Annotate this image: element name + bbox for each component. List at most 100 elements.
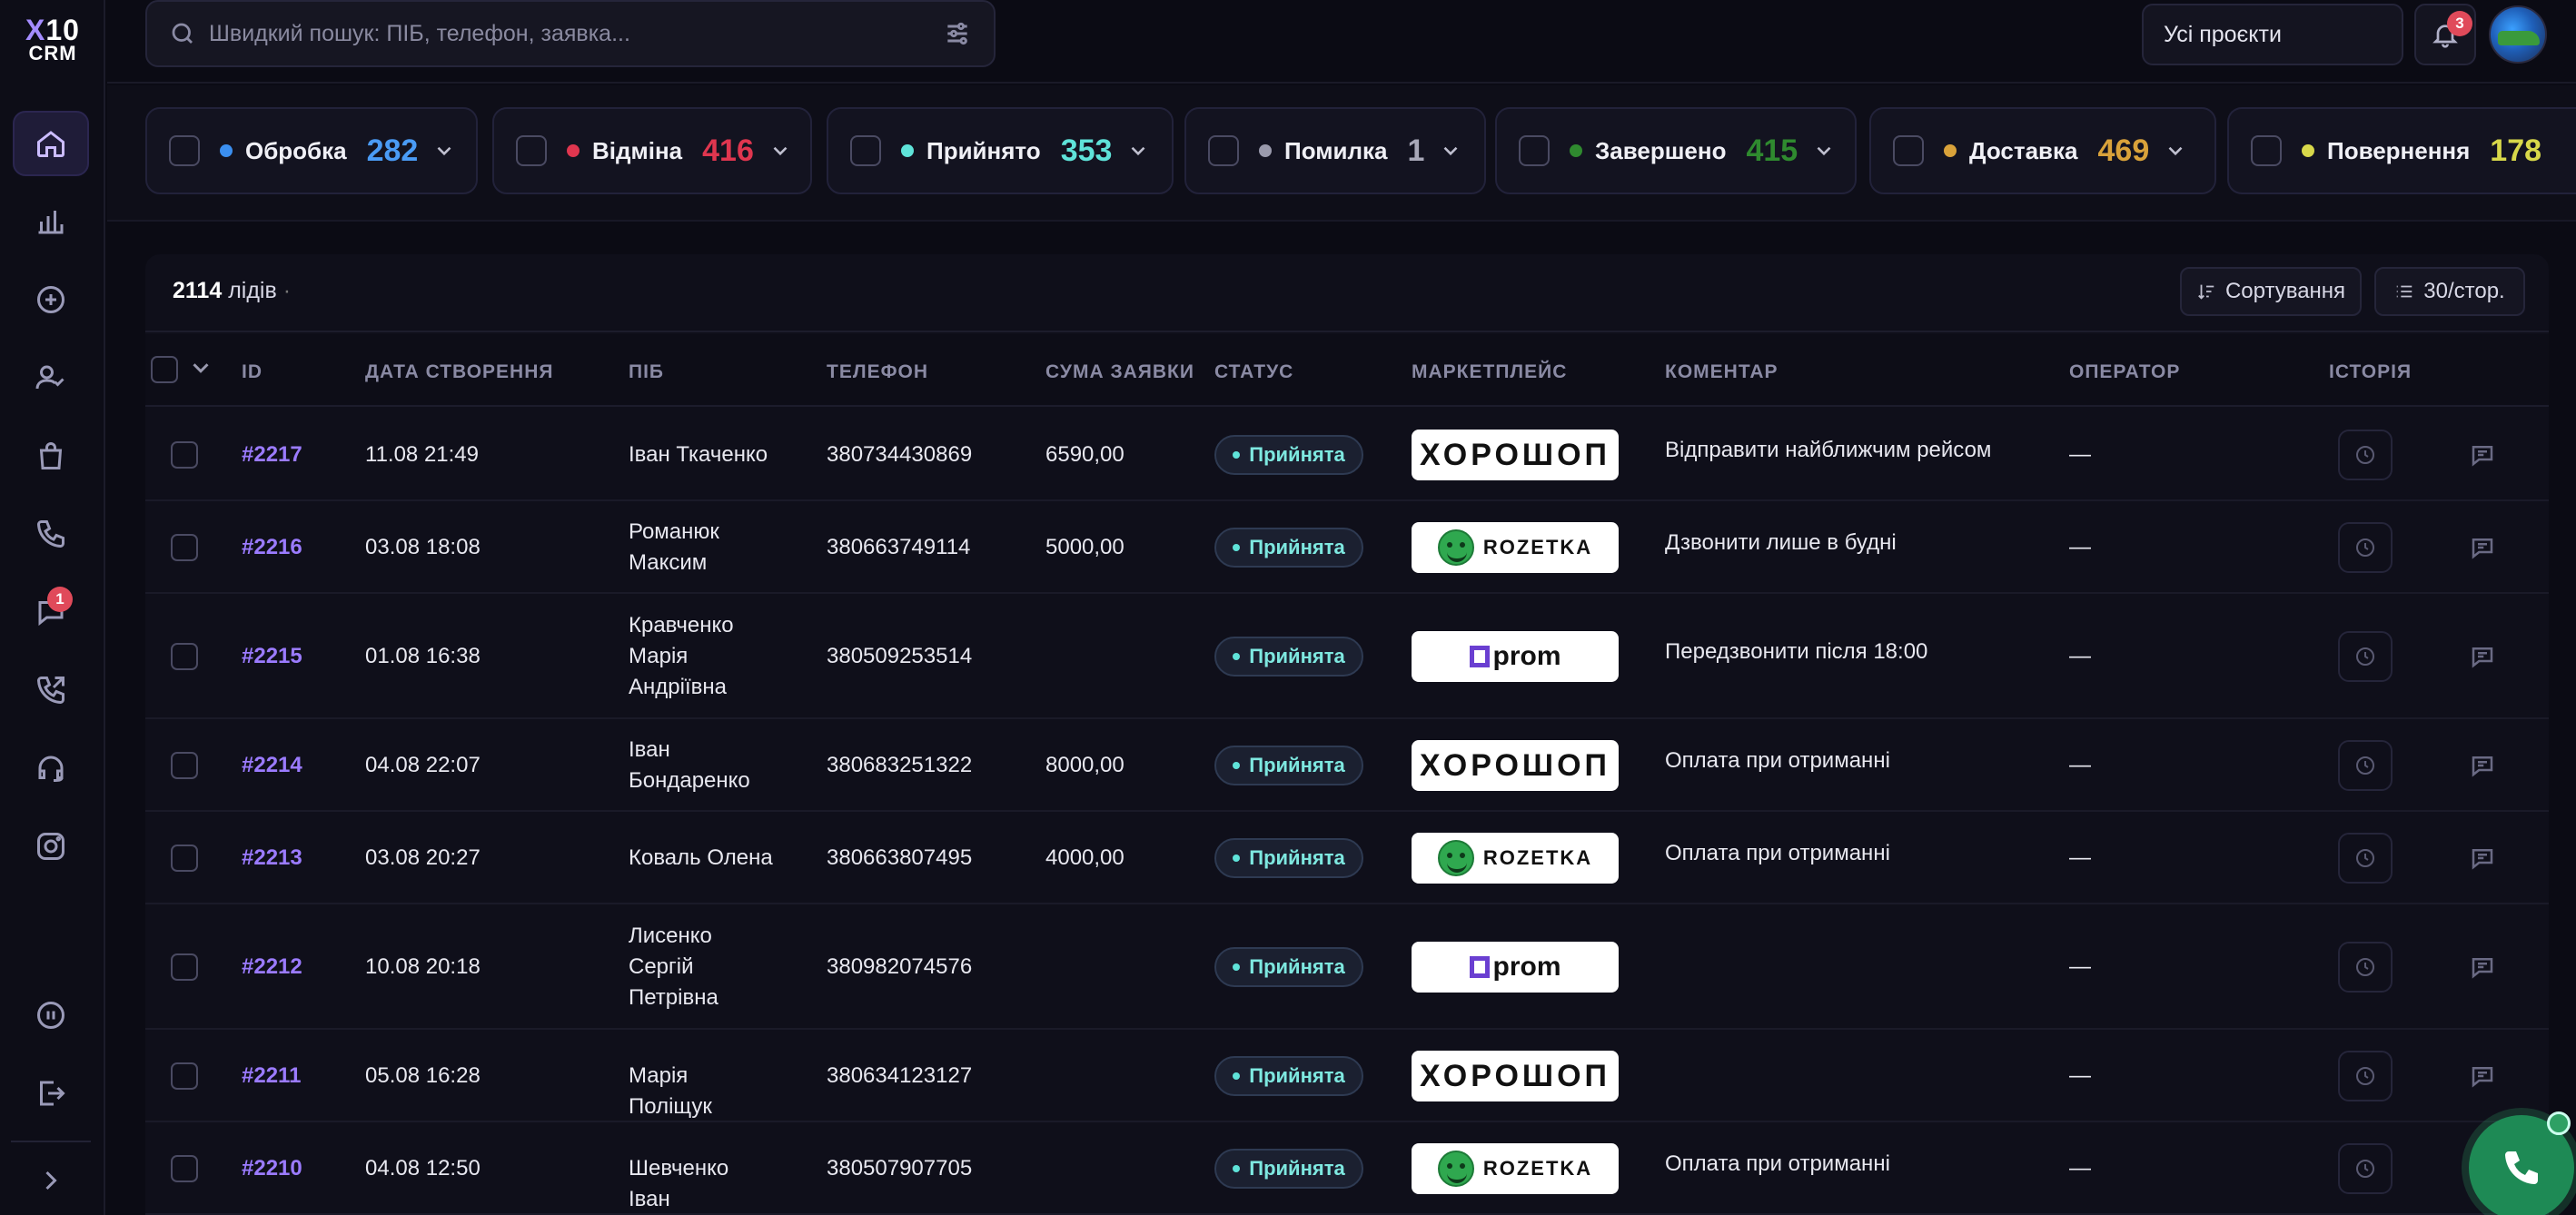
status-badge[interactable]: Прийнята	[1214, 746, 1363, 785]
table-row[interactable]: #2217 11.08 21:49 Іван Ткаченко 38073443086…	[145, 409, 2549, 501]
comment-icon[interactable]	[2469, 643, 2496, 670]
column-sum[interactable]: СУМА ЗАЯВКИ	[1045, 361, 1194, 383]
lead-phone[interactable]: 380663749114	[827, 532, 970, 563]
history-button[interactable]	[2338, 430, 2393, 480]
lead-id-link[interactable]: #2214	[242, 750, 302, 781]
lead-id-link[interactable]: #2216	[242, 532, 302, 563]
lead-id-link[interactable]: #2211	[242, 1061, 301, 1092]
status-checkbox[interactable]	[2251, 135, 2282, 166]
nav-outgoing[interactable]	[13, 657, 89, 723]
nav-orders[interactable]	[13, 423, 89, 489]
lead-phone[interactable]: 380507907705	[827, 1153, 972, 1184]
sort-button[interactable]: Сортування	[2180, 267, 2362, 316]
lead-phone[interactable]: 380734430869	[827, 440, 972, 470]
notifications-button[interactable]: 3	[2414, 4, 2476, 65]
status-badge[interactable]: Прийнята	[1214, 838, 1363, 878]
table-row[interactable]: #2213 03.08 20:27 Коваль Олена 380663807495…	[145, 812, 2549, 904]
history-button[interactable]	[2338, 1143, 2393, 1194]
chevron-down-icon[interactable]	[187, 354, 214, 381]
column-name[interactable]: ПІБ	[629, 361, 664, 383]
nav-calls[interactable]	[13, 501, 89, 567]
row-checkbox[interactable]	[171, 1062, 198, 1090]
row-checkbox[interactable]	[171, 752, 198, 779]
nav-instagram[interactable]	[13, 814, 89, 879]
history-button[interactable]	[2338, 631, 2393, 682]
history-button[interactable]	[2338, 942, 2393, 993]
row-checkbox[interactable]	[171, 534, 198, 561]
row-checkbox[interactable]	[171, 441, 198, 469]
nav-pause[interactable]	[13, 983, 89, 1048]
status-card-processing[interactable]: Обробка 282	[145, 107, 478, 194]
status-badge[interactable]: Прийнята	[1214, 1056, 1363, 1096]
nav-analytics[interactable]	[13, 189, 89, 254]
status-card-cancel[interactable]: Відміна 416	[492, 107, 812, 194]
table-row[interactable]: #2215 01.08 16:38 Кравченко Марія Андріївн…	[145, 594, 2549, 719]
search-input[interactable]	[209, 20, 943, 47]
search-box[interactable]	[145, 0, 996, 67]
history-button[interactable]	[2338, 522, 2393, 573]
per-page-button[interactable]: 30/стор.	[2374, 267, 2525, 316]
comment-icon[interactable]	[2469, 845, 2496, 872]
table-row[interactable]: #2211 05.08 16:28 Марія Поліщук 38063412312…	[145, 1030, 2549, 1122]
status-card-delivery[interactable]: Доставка 469	[1869, 107, 2216, 194]
table-row[interactable]: #2210 04.08 12:50 Шевченко Іван 38050790770…	[145, 1122, 2549, 1215]
status-checkbox[interactable]	[850, 135, 881, 166]
chevron-down-icon[interactable]	[1126, 139, 1150, 163]
status-badge[interactable]: Прийнята	[1214, 947, 1363, 987]
table-row[interactable]: #2212 10.08 20:18 Лисенко Сергій Петрівна 3…	[145, 904, 2549, 1030]
avatar[interactable]	[2489, 5, 2547, 64]
lead-id-link[interactable]: #2215	[242, 641, 302, 672]
sliders-icon[interactable]	[943, 19, 972, 48]
chevron-down-icon[interactable]	[432, 139, 456, 163]
column-status[interactable]: СТАТУС	[1214, 361, 1293, 383]
column-date[interactable]: ДАТА СТВОРЕННЯ	[365, 361, 553, 383]
row-checkbox[interactable]	[171, 953, 198, 981]
comment-icon[interactable]	[2469, 1062, 2496, 1090]
projects-select[interactable]: Усі проєкти	[2142, 4, 2403, 65]
status-checkbox[interactable]	[1519, 135, 1550, 166]
history-button[interactable]	[2338, 740, 2393, 791]
comment-icon[interactable]	[2469, 752, 2496, 779]
lead-phone[interactable]: 380982074576	[827, 952, 972, 983]
history-button[interactable]	[2338, 833, 2393, 884]
lead-phone[interactable]: 380683251322	[827, 750, 972, 781]
column-comment[interactable]: КОМЕНТАР	[1665, 361, 1778, 383]
nav-support[interactable]	[13, 736, 89, 801]
status-checkbox[interactable]	[516, 135, 547, 166]
status-badge[interactable]: Прийнята	[1214, 637, 1363, 677]
lead-id-link[interactable]: #2210	[242, 1153, 302, 1184]
row-checkbox[interactable]	[171, 1155, 198, 1182]
row-checkbox[interactable]	[171, 643, 198, 670]
lead-id-link[interactable]: #2217	[242, 440, 302, 470]
chevron-down-icon[interactable]	[1812, 139, 1836, 163]
status-card-return[interactable]: Повернення 178	[2227, 107, 2576, 194]
nav-logout[interactable]	[13, 1061, 89, 1126]
column-history[interactable]: ІСТОРІЯ	[2329, 361, 2412, 383]
lead-phone[interactable]: 380509253514	[827, 641, 972, 672]
lead-phone[interactable]: 380663807495	[827, 843, 972, 874]
status-badge[interactable]: Прийнята	[1214, 1149, 1363, 1189]
call-button[interactable]	[2469, 1111, 2574, 1215]
chevron-down-icon[interactable]	[1439, 139, 1462, 163]
nav-users[interactable]	[13, 345, 89, 410]
status-badge[interactable]: Прийнята	[1214, 528, 1363, 568]
lead-id-link[interactable]: #2212	[242, 952, 302, 983]
column-marketplace[interactable]: МАРКЕТПЛЕЙС	[1412, 361, 1567, 383]
status-checkbox[interactable]	[1208, 135, 1239, 166]
status-badge[interactable]: Прийнята	[1214, 435, 1363, 475]
lead-id-link[interactable]: #2213	[242, 843, 302, 874]
table-row[interactable]: #2214 04.08 22:07 Іван Бондаренко 380683251…	[145, 719, 2549, 812]
chevron-down-icon[interactable]	[2164, 139, 2187, 163]
comment-icon[interactable]	[2469, 953, 2496, 981]
column-operator[interactable]: ОПЕРАТОР	[2069, 361, 2180, 383]
status-card-completed[interactable]: Завершено 415	[1495, 107, 1857, 194]
nav-chats[interactable]: 1	[13, 579, 89, 645]
status-checkbox[interactable]	[169, 135, 200, 166]
lead-phone[interactable]: 380634123127	[827, 1061, 972, 1092]
sidebar-expand-button[interactable]	[13, 1151, 89, 1210]
column-phone[interactable]: ТЕЛЕФОН	[827, 361, 928, 383]
status-card-accepted[interactable]: Прийнято 353	[827, 107, 1174, 194]
row-checkbox[interactable]	[171, 845, 198, 872]
comment-icon[interactable]	[2469, 534, 2496, 561]
status-checkbox[interactable]	[1893, 135, 1924, 166]
